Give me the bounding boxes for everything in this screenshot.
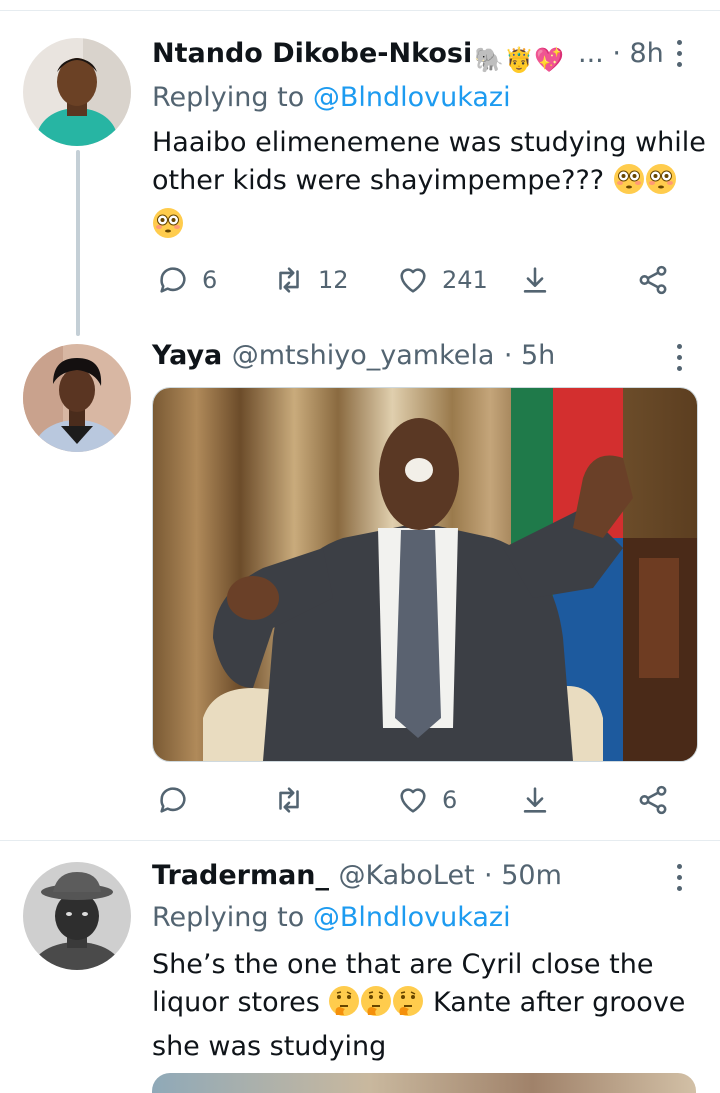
like-icon — [400, 788, 426, 813]
top-divider — [0, 0, 720, 11]
tweet-image[interactable] — [152, 387, 698, 762]
author-handle: @mtshiyo_yamkela — [231, 340, 495, 371]
tweet-text: She’s the one that are Cyril close the l… — [152, 949, 686, 1062]
share-button[interactable] — [636, 780, 670, 820]
download-button[interactable] — [518, 780, 552, 820]
mention-link[interactable]: @Blndlovukazi — [313, 902, 511, 933]
thinking-emoji-icon — [360, 985, 392, 1028]
tweet-time: · 50m — [484, 860, 562, 891]
avatar[interactable] — [23, 862, 131, 970]
retweet-button[interactable]: 12 — [272, 260, 349, 300]
share-icon — [639, 785, 667, 815]
share-icon — [639, 265, 667, 295]
avatar[interactable] — [23, 38, 131, 146]
thinking-emoji-icon — [328, 985, 360, 1028]
download-icon — [523, 787, 547, 813]
retweet-icon — [279, 267, 299, 293]
tweet-time[interactable]: ... · 8h — [578, 38, 664, 69]
author-handle: @KaboLet — [338, 860, 475, 891]
thinking-emoji-icon — [392, 985, 424, 1028]
reply-icon — [160, 787, 186, 813]
like-count: 6 — [442, 786, 458, 814]
like-count: 241 — [442, 266, 488, 294]
more-icon[interactable] — [677, 40, 683, 68]
replying-to: Replying to @Blndlovukazi — [152, 82, 511, 113]
reply-icon — [160, 267, 186, 293]
flushed-emoji-icon — [645, 163, 677, 206]
tweet-divider — [0, 840, 720, 841]
replying-to: Replying to @Blndlovukazi — [152, 902, 511, 933]
like-button[interactable]: 241 — [396, 260, 488, 300]
mention-link[interactable]: @Blndlovukazi — [313, 82, 511, 113]
author-name[interactable]: Yaya @mtshiyo_yamkela · 5h — [152, 340, 555, 371]
download-button[interactable] — [518, 260, 552, 300]
author-name[interactable]: Ntando Dikobe-Nkosi🐘🤴💖 — [152, 38, 564, 74]
like-icon — [400, 268, 426, 293]
retweet-button[interactable] — [272, 780, 306, 820]
download-icon — [523, 267, 547, 293]
more-icon[interactable] — [677, 864, 683, 892]
retweet-icon — [279, 787, 299, 813]
like-button[interactable]: 6 — [396, 780, 457, 820]
reply-count: 6 — [202, 266, 218, 294]
flushed-emoji-icon — [152, 207, 184, 250]
tweet-actions: 6 12 241 — [152, 260, 692, 300]
author-name[interactable]: Traderman_ @KaboLet · 50m — [152, 860, 562, 891]
tweet-time: · 5h — [503, 340, 556, 371]
retweet-count: 12 — [318, 266, 349, 294]
tweet-image[interactable] — [152, 1073, 696, 1093]
share-button[interactable] — [636, 260, 670, 300]
tweet-actions: 6 — [152, 780, 692, 820]
more-icon[interactable] — [677, 344, 683, 372]
reply-button[interactable] — [156, 780, 190, 820]
reply-button[interactable]: 6 — [156, 260, 217, 300]
thread-line — [76, 150, 80, 336]
tweet-text: Haaibo elimenemene was studying while ot… — [152, 124, 712, 250]
avatar[interactable] — [23, 344, 131, 452]
flushed-emoji-icon — [613, 163, 645, 206]
